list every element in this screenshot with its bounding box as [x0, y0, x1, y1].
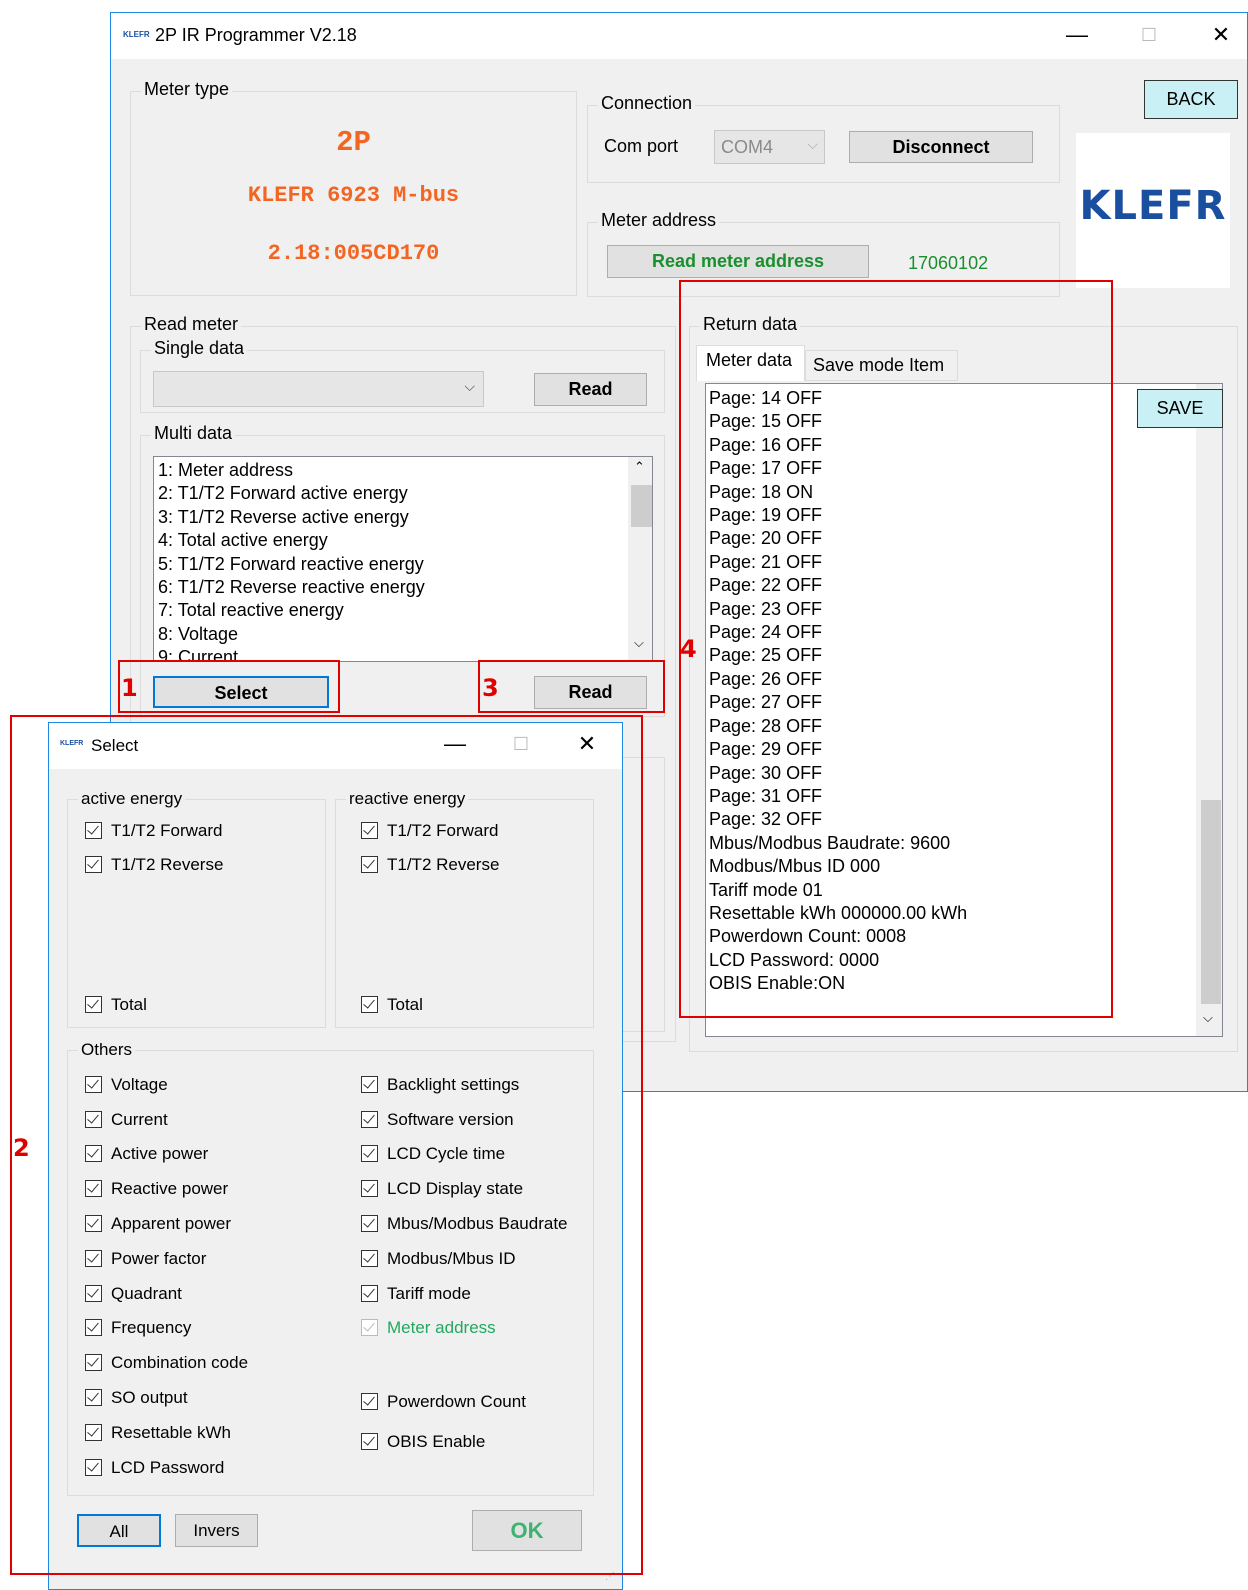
com-port-value: COM4 — [721, 137, 774, 157]
meter-type-group: Meter type 2P KLEFR 6923 M-bus 2.18:005C… — [130, 79, 577, 296]
app-logo-icon: KLEFR — [123, 30, 150, 39]
annotation-box-3 — [478, 660, 665, 713]
meter-address-value: 17060102 — [908, 253, 989, 273]
com-port-select[interactable]: COM4 ⌵ — [714, 130, 825, 164]
chevron-down-icon[interactable]: ⌵ — [634, 635, 644, 651]
klefr-logo: KLEFR — [1079, 183, 1227, 229]
list-item[interactable]: 4: Total active energy — [154, 529, 425, 552]
com-port-label: Com port — [604, 136, 679, 156]
maximize-button[interactable]: ☐ — [1129, 19, 1169, 53]
chevron-down-icon[interactable]: ⌵ — [1203, 1010, 1213, 1026]
chevron-up-icon[interactable]: ⌃ — [634, 459, 645, 475]
disconnect-button[interactable]: Disconnect — [849, 131, 1033, 163]
multi-data-list[interactable]: 1: Meter address 2: T1/T2 Forward active… — [153, 456, 653, 662]
meter-version: 2.18:005CD170 — [267, 241, 440, 266]
annotation-box-2 — [10, 715, 643, 1575]
annotation-number-2: 2 — [13, 1134, 30, 1162]
list-item[interactable]: 1: Meter address — [154, 459, 425, 482]
multi-data-items: 1: Meter address 2: T1/T2 Forward active… — [154, 459, 425, 661]
title-bar: KLEFR 2P IR Programmer V2.18 — ☐ ✕ — [111, 13, 1247, 59]
window-title: 2P IR Programmer V2.18 — [155, 25, 357, 45]
meter-type-label: Meter type — [141, 79, 233, 100]
return-data-scrollbar[interactable]: ⌵ — [1196, 384, 1222, 1036]
read-meter-label: Read meter — [141, 314, 242, 335]
minimize-button[interactable]: — — [1057, 19, 1097, 53]
scroll-thumb[interactable] — [1201, 800, 1221, 1004]
back-button[interactable]: BACK — [1144, 80, 1238, 119]
list-item[interactable]: 7: Total reactive energy — [154, 599, 425, 622]
list-item[interactable]: 5: T1/T2 Forward reactive energy — [154, 553, 425, 576]
annotation-number-4: 4 — [680, 635, 697, 663]
chevron-down-icon: ⌵ — [807, 136, 818, 152]
chevron-down-icon: ⌵ — [464, 378, 475, 394]
brand-logo-panel: KLEFR — [1076, 133, 1230, 288]
single-data-label: Single data — [151, 338, 248, 359]
connection-label: Connection — [598, 93, 696, 114]
annotation-number-3: 3 — [482, 674, 499, 702]
multi-data-label: Multi data — [151, 423, 236, 444]
single-data-group: Single data ⌵ Read — [140, 338, 665, 413]
save-button[interactable]: SAVE — [1137, 389, 1223, 428]
list-item[interactable]: 6: T1/T2 Reverse reactive energy — [154, 576, 425, 599]
list-item[interactable]: 8: Voltage — [154, 623, 425, 646]
read-meter-address-button[interactable]: Read meter address — [607, 245, 869, 278]
annotation-box-4 — [679, 280, 1113, 1018]
multi-list-scrollbar[interactable]: ⌃ ⌵ — [628, 457, 652, 661]
list-item[interactable]: 3: T1/T2 Reverse active energy — [154, 506, 425, 529]
annotation-number-1: 1 — [121, 674, 138, 702]
list-item[interactable]: 2: T1/T2 Forward active energy — [154, 482, 425, 505]
scroll-thumb[interactable] — [631, 485, 652, 527]
single-data-select[interactable]: ⌵ — [153, 371, 484, 407]
meter-model: KLEFR 6923 M-bus — [247, 183, 460, 208]
meter-address-label: Meter address — [598, 210, 720, 231]
meter-type-value: 2P — [336, 126, 371, 159]
connection-group: Connection Com port COM4 ⌵ Disconnect — [587, 93, 1060, 183]
close-button[interactable]: ✕ — [1201, 19, 1241, 53]
annotation-box-1 — [118, 660, 340, 713]
single-read-button[interactable]: Read — [534, 373, 647, 406]
